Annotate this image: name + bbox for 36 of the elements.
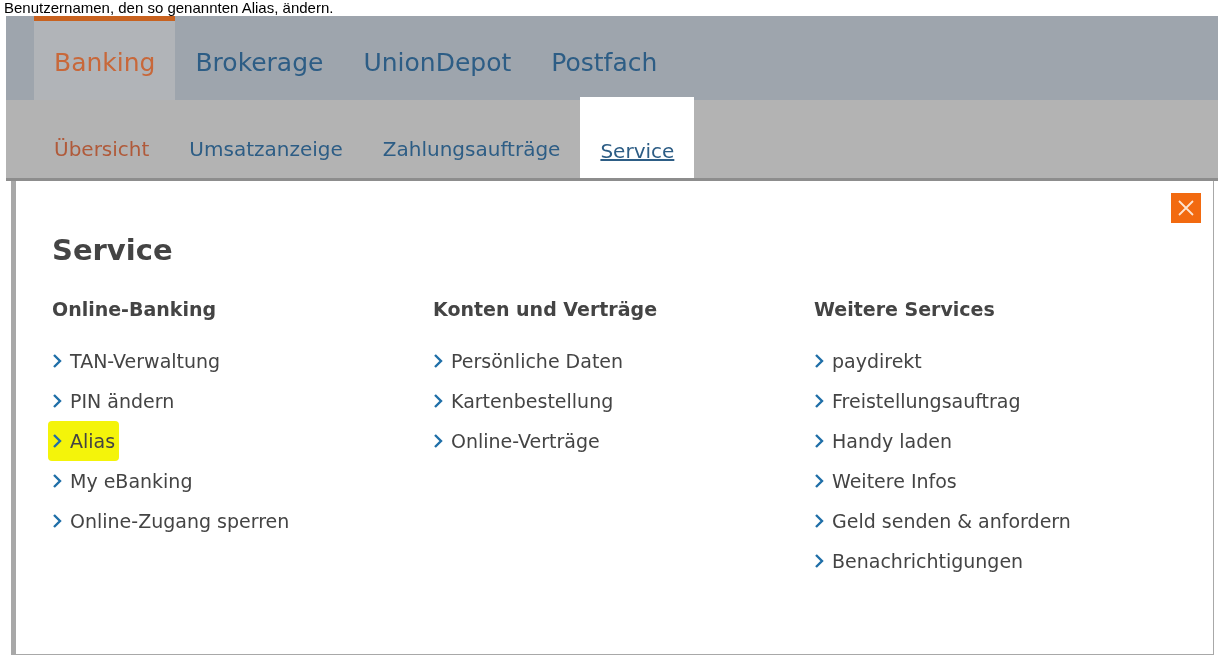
service-link[interactable]: paydirekt [814,341,922,381]
close-icon [1177,199,1195,217]
chevron-right-icon [52,513,62,529]
chevron-right-icon [52,433,62,449]
service-link[interactable]: Alias [48,421,120,461]
service-link[interactable]: Weitere Infos [814,461,957,501]
chevron-right-icon [814,433,824,449]
chevron-right-icon [814,513,824,529]
column-heading: Online-Banking [52,296,218,322]
chevron-right-icon [52,353,62,369]
chevron-right-icon [433,353,443,369]
service-link[interactable]: My eBanking [52,461,193,501]
caption-text: Benutzernamen, den so genannten Alias, ändern. [3,0,334,16]
service-link[interactable]: Online-Verträge [433,421,600,461]
chevron-right-icon [814,353,824,369]
service-link[interactable]: Handy laden [814,421,953,461]
chevron-right-icon [52,393,62,409]
service-link[interactable]: Benachrichtigungen [814,541,1024,581]
service-link[interactable]: Freistellungsauftrag [814,381,1021,421]
chevron-right-icon [814,553,824,569]
service-link[interactable]: Persönliche Daten [433,341,624,381]
column-heading: Weitere Services [814,296,996,322]
service-link[interactable]: TAN-Verwaltung [52,341,221,381]
service-link[interactable]: Kartenbestellung [433,381,614,421]
column-heading: Konten und Verträge [433,296,659,322]
chevron-right-icon [433,393,443,409]
service-link[interactable]: Online-Zugang sperren [52,501,290,541]
chevron-right-icon [814,473,824,489]
panel-title: Service [52,232,173,269]
chevron-right-icon [433,433,443,449]
close-button[interactable] [1171,193,1201,223]
service-link[interactable]: Geld senden & anfordern [814,501,1071,541]
chevron-right-icon [814,393,824,409]
chevron-right-icon [52,473,62,489]
sub-nav-tab[interactable]: Service [580,97,695,178]
service-link[interactable]: PIN ändern [52,381,175,421]
